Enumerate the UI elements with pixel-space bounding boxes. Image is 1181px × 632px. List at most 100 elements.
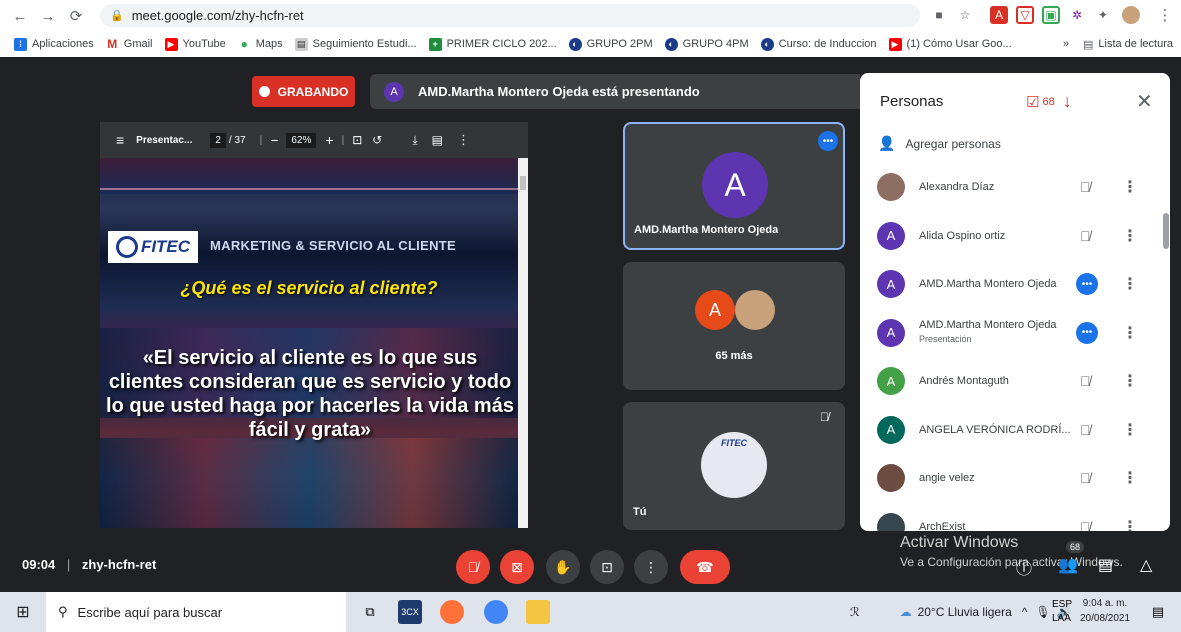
star-icon[interactable]: ☆	[956, 6, 974, 24]
participant-more-icon[interactable]: ⋮	[1122, 420, 1138, 440]
participant-row[interactable]: A AMD.Martha Montero Ojeda Presentación •••…	[860, 309, 1160, 357]
mic-tray-icon[interactable]: 🎙	[1035, 605, 1050, 619]
chevron-up-icon[interactable]: ^	[1022, 605, 1028, 619]
bookmark-primer-ciclo[interactable]: + PRIMER CICLO 202...	[428, 37, 557, 51]
camera-icon[interactable]: ■	[930, 6, 948, 24]
address-bar[interactable]: 🔒 meet.google.com/zhy-hcfn-ret	[100, 4, 920, 27]
forward-icon[interactable]: →	[38, 6, 58, 26]
bookmark-gmail[interactable]: M Gmail	[106, 37, 152, 51]
fit-page-icon[interactable]: ⊡	[352, 133, 362, 147]
tile-more-icon[interactable]: •••	[818, 131, 838, 151]
language-indicator[interactable]: ESP LAA	[1052, 598, 1072, 626]
mic-muted-icon[interactable]: 🎙̸	[1080, 179, 1091, 195]
mic-muted-icon[interactable]: 🎙̸	[1080, 373, 1091, 389]
pdf-scrollbar-thumb[interactable]	[520, 176, 526, 190]
bookmark-aplicaciones[interactable]: ⁞ Aplicaciones	[14, 37, 94, 51]
extensions-puzzle-icon[interactable]: ✦	[1094, 6, 1112, 24]
reading-list-icon: ▤	[1082, 38, 1094, 51]
page-input[interactable]: 2	[210, 132, 226, 148]
people-tray-icon[interactable]: ℛ	[850, 605, 860, 619]
pdf-scrollbar[interactable]	[518, 158, 528, 528]
profile-avatar[interactable]	[1122, 6, 1140, 24]
browser-menu-icon[interactable]: ⋮	[1156, 6, 1174, 24]
participant-more-icon[interactable]: ⋮	[1122, 177, 1138, 197]
camera-off-icon: ⊠	[511, 558, 523, 575]
participant-row[interactable]: A Alida Ospino ortiz 🎙̸ ⋮	[860, 212, 1160, 260]
menu-icon[interactable]: ≡	[116, 132, 124, 148]
participant-more-icon[interactable]: ⋮	[1122, 371, 1138, 391]
bookmark-curso-induccion[interactable]: ◐ Curso: de Induccion	[760, 37, 877, 51]
participant-row[interactable]: A ANGELA VERÓNICA RODRÍ... 🎙̸ ⋮	[860, 406, 1160, 454]
participant-tile-self[interactable]: 🎙̸ FITEC Tú	[623, 402, 845, 530]
participant-more-icon[interactable]: ⋮	[1122, 323, 1138, 343]
presenter-tile-avatar: A	[702, 152, 768, 218]
chrome-icon[interactable]	[484, 600, 508, 624]
close-icon[interactable]: ✕	[1136, 89, 1153, 114]
panel-scrollbar[interactable]	[1163, 213, 1169, 249]
present-button[interactable]: ⊡	[590, 550, 624, 584]
people-icon[interactable]: 👥	[1058, 555, 1078, 575]
add-people-button[interactable]: 👤 Agregar personas	[878, 135, 1001, 152]
bookmark-seguimiento[interactable]: ▤ Seguimiento Estudi...	[294, 37, 417, 51]
participant-row[interactable]: A Andrés Montaguth 🎙̸ ⋮	[860, 357, 1160, 405]
reload-icon[interactable]: ⟳	[66, 6, 86, 26]
leave-call-button[interactable]: ☎	[680, 550, 730, 584]
participant-more-icon[interactable]: ⋮	[1122, 468, 1138, 488]
info-icon[interactable]: ⓘ	[1016, 555, 1032, 579]
pocket-icon[interactable]: ▽	[1016, 6, 1034, 24]
zoom-out-icon[interactable]: −	[270, 132, 278, 148]
recording-indicator[interactable]: GRABANDO	[252, 76, 355, 107]
reading-list-button[interactable]: Lista de lectura	[1098, 38, 1173, 50]
participant-row[interactable]: A AMD.Martha Montero Ojeda ••• ⋮	[860, 260, 1160, 308]
notifications-icon[interactable]: ▤	[1146, 600, 1170, 624]
print-icon[interactable]: ▤	[432, 133, 443, 147]
camera-toggle-button[interactable]: ⊠	[500, 550, 534, 584]
participant-tile-presenter[interactable]: ••• A AMD.Martha Montero Ojeda	[623, 122, 845, 250]
bookmark-grupo-2pm[interactable]: ◐ GRUPO 2PM	[568, 37, 653, 51]
zoom-in-icon[interactable]: +	[325, 132, 333, 148]
bookmark-youtube[interactable]: ▶ YouTube	[164, 37, 226, 51]
group-avatar-photo	[735, 290, 775, 330]
extension-flower-icon[interactable]: ✲	[1068, 6, 1086, 24]
chat-icon[interactable]: ▤	[1098, 555, 1113, 575]
rotate-icon[interactable]: ↺	[372, 133, 382, 147]
bookmark-maps[interactable]: ● Maps	[238, 37, 283, 51]
speaking-indicator-icon: •••	[1076, 321, 1098, 344]
participant-tile-group[interactable]: A 65 más	[623, 262, 845, 390]
weather-text[interactable]: 20°C Lluvia ligera	[918, 605, 1012, 619]
zoom-input[interactable]: 62%	[286, 132, 317, 148]
acrobat-icon[interactable]: A	[990, 6, 1008, 24]
mic-muted-icon[interactable]: 🎙̸	[1080, 470, 1091, 486]
pdf-more-icon[interactable]: ⋮	[457, 132, 470, 148]
mic-muted-icon[interactable]: 🎙̸	[1080, 422, 1091, 438]
youtube-icon: ▶	[164, 37, 178, 51]
more-options-button[interactable]: ⋮	[634, 550, 668, 584]
muted-mic-icon: 🎙̸	[820, 410, 829, 424]
back-icon[interactable]: ←	[10, 6, 30, 26]
activities-icon[interactable]: △	[1140, 555, 1152, 575]
participant-more-icon[interactable]: ⋮	[1122, 226, 1138, 246]
participant-avatar: A	[877, 415, 905, 444]
raise-hand-button[interactable]: ✋	[546, 550, 580, 584]
task-view-icon[interactable]: ⧉	[358, 600, 382, 624]
windows-start-icon[interactable]: ⊞	[11, 600, 35, 624]
bookmark-grupo-4pm[interactable]: ◐ GRUPO 4PM	[664, 37, 749, 51]
file-explorer-icon[interactable]	[526, 600, 550, 624]
mic-muted-icon[interactable]: 🎙̸	[1080, 519, 1091, 532]
record-dot-icon	[258, 86, 270, 97]
mic-muted-icon[interactable]: 🎙̸	[1080, 228, 1091, 244]
participant-more-icon[interactable]: ⋮	[1122, 274, 1138, 294]
bookmarks-overflow-button[interactable]: »	[1063, 38, 1069, 50]
participant-more-icon[interactable]: ⋮	[1122, 517, 1138, 532]
taskbar-search[interactable]: ⚲ Escribe aquí para buscar	[46, 592, 346, 632]
participant-row[interactable]: angie velez 🎙̸ ⋮	[860, 454, 1160, 502]
mic-toggle-button[interactable]: 🎙̸	[456, 550, 490, 584]
firefox-icon[interactable]	[440, 600, 464, 624]
participant-row[interactable]: ArchExist 🎙̸ ⋮	[860, 503, 1160, 532]
extension-green-icon[interactable]: ▣	[1042, 6, 1060, 24]
clock-date[interactable]: 9:04 a. m. 20/08/2021	[1080, 596, 1130, 626]
download-icon[interactable]: ⤓	[412, 133, 417, 148]
3cx-icon[interactable]: 3CX	[398, 600, 422, 624]
bookmark-como-usar[interactable]: ▶ (1) Cómo Usar Goo...	[888, 37, 1012, 51]
participant-row[interactable]: Alexandra Díaz 🎙̸ ⋮	[860, 163, 1160, 211]
